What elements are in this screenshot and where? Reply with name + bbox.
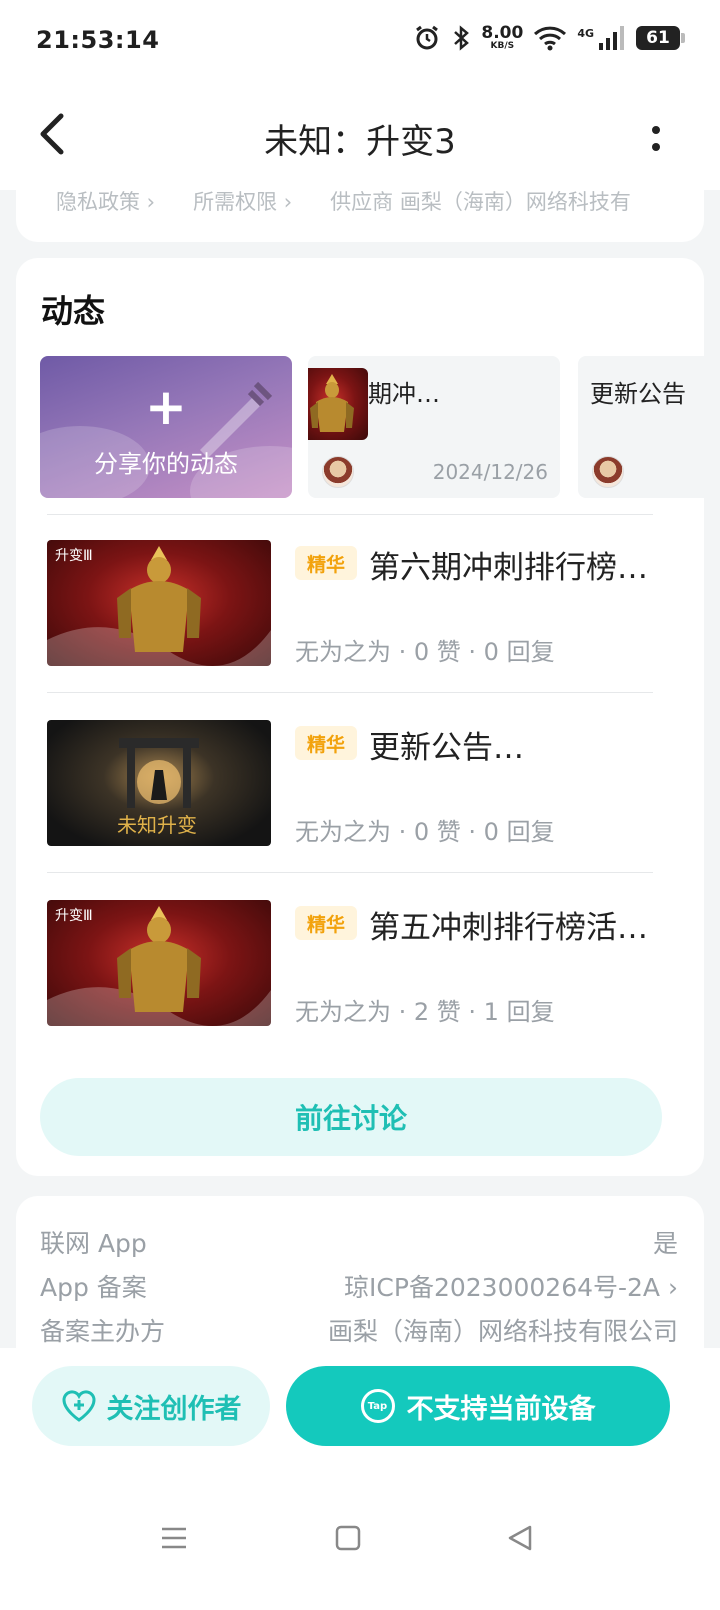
post-meta: 无为之为 · 2 赞 · 1 回复	[295, 998, 555, 1026]
post-meta: 无为之为 · 0 赞 · 0 回复	[295, 638, 555, 666]
warrior-image: 升变Ⅲ	[47, 906, 271, 1026]
more-options-button[interactable]	[640, 112, 672, 164]
post-thumbnail: 升变Ⅲ	[47, 540, 271, 666]
dynamic-card-title: 更新公告	[590, 380, 686, 408]
wifi-icon	[533, 25, 567, 51]
system-nav-bar	[0, 1472, 720, 1610]
info-label: 联网 App	[40, 1229, 147, 1258]
info-row[interactable]: App 备案 琼ICP备2023000264号-2A ›	[40, 1268, 678, 1304]
signal-icon	[598, 25, 626, 51]
install-button[interactable]: Tap 不支持当前设备	[286, 1366, 670, 1446]
network-type: 4G	[577, 26, 594, 40]
follow-creator-button[interactable]: 关注创作者	[32, 1366, 270, 1446]
info-row: 联网 App 是	[40, 1224, 678, 1260]
icp-record-link[interactable]: 琼ICP备2023000264号-2A ›	[344, 1268, 678, 1304]
plus-icon: +	[145, 378, 187, 436]
dynamic-card[interactable]: 更新公告	[578, 356, 704, 498]
post-thumbnail: 未知升变	[47, 720, 271, 846]
policy-links: 隐私政策 › 所需权限 › 供应商 画梨（海南）网络科技有	[56, 186, 656, 216]
divider	[47, 514, 653, 515]
status-time: 21:53:14	[36, 26, 160, 54]
dynamics-card: 动态 + 分享你的动态 第六期冲… 2024/12/26 更新公告 升变Ⅲ 精华…	[16, 258, 704, 1176]
battery-indicator: 61	[636, 26, 685, 50]
author-avatar	[592, 456, 624, 488]
post-title: 第五冲刺排行榜活…	[369, 910, 648, 946]
info-label: App 备案	[40, 1273, 147, 1302]
section-title: 动态	[41, 292, 106, 330]
svg-text:升变Ⅲ: 升变Ⅲ	[55, 908, 93, 924]
info-label: 备案主办方	[40, 1317, 166, 1346]
follow-label: 关注创作者	[106, 1393, 242, 1425]
featured-badge: 精华	[295, 546, 357, 580]
divider	[47, 872, 653, 873]
go-to-discussion-button[interactable]: 前往讨论	[40, 1078, 662, 1156]
home-nav-button[interactable]	[318, 1508, 378, 1568]
alarm-icon	[413, 24, 441, 52]
heart-plus-icon	[61, 1390, 96, 1422]
temple-image: 未知升变	[117, 738, 199, 837]
post-thumbnail: 升变Ⅲ	[47, 900, 271, 1026]
page-title: 未知：升变3	[264, 122, 456, 162]
svg-text:未知升变: 未知升变	[117, 813, 197, 837]
post-meta: 无为之为 · 0 赞 · 0 回复	[295, 818, 555, 846]
info-row: 备案主办方 画梨（海南）网络科技有限公司	[40, 1312, 678, 1348]
status-icons: 8.00 KB/S 4G 61	[413, 23, 685, 52]
info-value: 画梨（海南）网络科技有限公司	[327, 1317, 678, 1346]
vendor-link[interactable]: 供应商 画梨（海南）网络科技有	[330, 186, 631, 216]
post-item[interactable]: 升变Ⅲ 精华 第六期冲刺排行榜… 无为之为 · 0 赞 · 0 回复	[47, 540, 667, 670]
status-bar: 21:53:14 8.00 KB/S 4G 61	[0, 0, 720, 86]
post-item[interactable]: 未知升变 精华 更新公告… 无为之为 · 0 赞 · 0 回复	[47, 720, 667, 850]
net-speed: 8.00 KB/S	[481, 23, 524, 51]
menu-nav-button[interactable]	[144, 1508, 204, 1568]
share-label: 分享你的动态	[94, 450, 238, 478]
back-nav-button[interactable]	[490, 1508, 550, 1568]
dynamic-card-thumbnail	[308, 368, 368, 440]
more-dot-icon	[652, 125, 660, 134]
share-dynamic-button[interactable]: + 分享你的动态	[40, 356, 292, 498]
home-square-icon	[335, 1525, 361, 1551]
info-value: 是	[652, 1229, 678, 1258]
bluetooth-icon	[451, 24, 471, 52]
taptap-logo-icon: Tap	[360, 1389, 395, 1423]
dynamic-card[interactable]: 第六期冲… 2024/12/26	[308, 356, 560, 498]
permissions-link[interactable]: 所需权限 ›	[193, 186, 292, 216]
install-label: 不支持当前设备	[406, 1393, 596, 1425]
featured-badge: 精华	[295, 906, 357, 940]
divider	[47, 692, 653, 693]
bottom-action-bar: 关注创作者 Tap 不支持当前设备	[0, 1348, 720, 1472]
post-title: 更新公告…	[369, 730, 524, 766]
featured-badge: 精华	[295, 726, 357, 760]
warrior-image: 升变Ⅲ	[47, 546, 271, 666]
post-title: 第六期冲刺排行榜…	[369, 550, 648, 586]
dynamic-card-date: 2024/12/26	[432, 460, 548, 484]
author-avatar	[322, 456, 354, 488]
svg-text:升变Ⅲ: 升变Ⅲ	[55, 548, 93, 564]
post-item[interactable]: 升变Ⅲ 精华 第五冲刺排行榜活… 无为之为 · 2 赞 · 1 回复	[47, 900, 667, 1030]
warrior-image	[310, 374, 354, 432]
more-dot-icon	[652, 142, 660, 151]
privacy-policy-link[interactable]: 隐私政策 ›	[56, 186, 155, 216]
back-triangle-icon	[508, 1525, 532, 1551]
menu-icon	[162, 1527, 186, 1549]
